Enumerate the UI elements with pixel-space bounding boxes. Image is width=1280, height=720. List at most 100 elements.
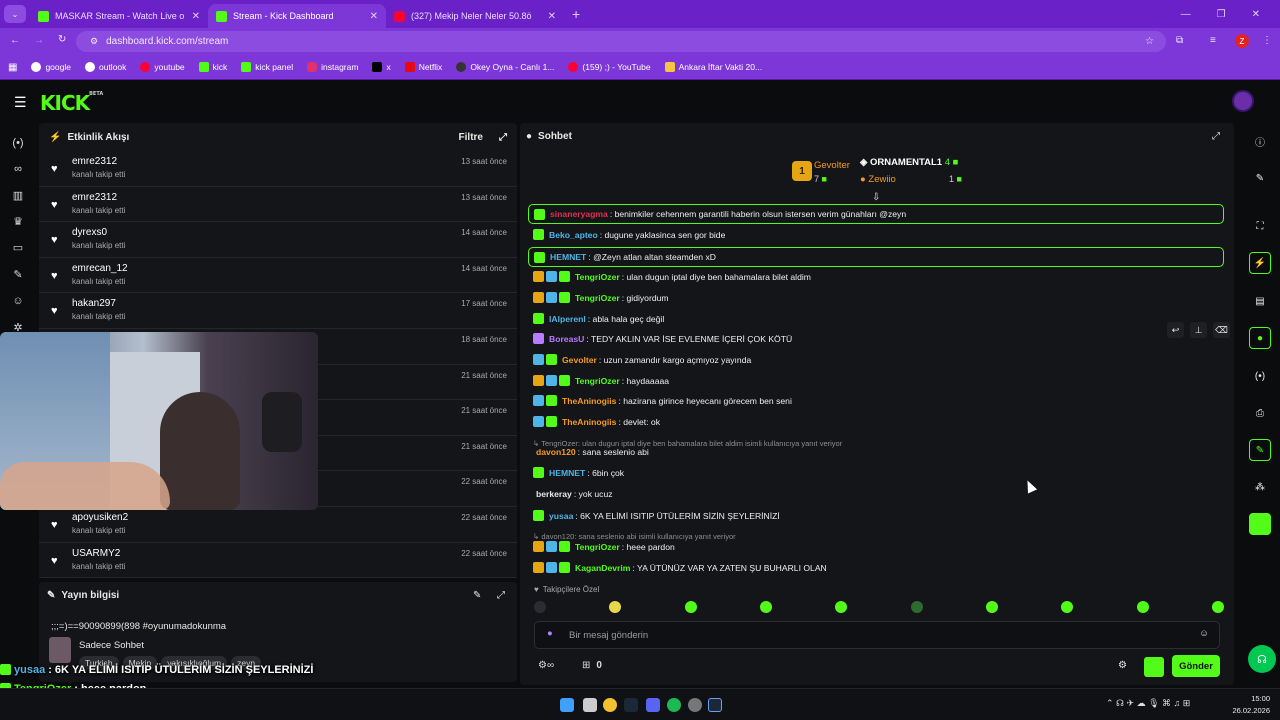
activity-event-row[interactable]: ♥ USARMY2 kanalı takip etti 22 saat önce [39,543,517,579]
emote-icon[interactable] [1211,601,1224,613]
chat-message[interactable]: TengriOzer: heee pardon [533,541,1223,552]
activity-event-row[interactable]: ♥ hakan297 kanalı takip etti 17 saat önce [39,293,517,329]
hamburger-menu-icon[interactable]: ☰ [14,94,27,111]
reply-context[interactable]: ↳ davon120: sana seslenio abi isimli kul… [533,532,736,541]
chat-message[interactable]: Beko_apteo: dugune yaklasinca sen gor bi… [533,229,1223,240]
chat-message[interactable]: HEMNET: @Zeyn atlan altan steamden xD [528,247,1224,267]
chat-message-input[interactable]: ● Bir mesaj gönderin ☺ [534,621,1220,649]
obs-icon[interactable] [688,698,702,712]
chat-username[interactable]: TengriOzer [575,272,620,282]
bookmark-google[interactable]: google [31,62,71,72]
chat-username[interactable]: HEMNET [550,252,586,262]
chat-settings-icon[interactable]: ⚙∞ [538,660,554,671]
event-username[interactable]: hakan297 [72,298,116,309]
tab-search-icon[interactable]: ⌄ [4,5,26,23]
wrench-icon[interactable]: ✎ [1249,439,1271,461]
browser-tab-2[interactable]: Stream - Kick Dashboard ✕ [208,4,386,28]
emote-icon[interactable] [985,601,998,613]
group-icon[interactable]: ⁂ [1249,476,1271,498]
link-icon[interactable]: ∞ [11,163,25,177]
menu-icon[interactable]: ⋮ [1262,35,1272,46]
chat-bubble-icon[interactable]: ● [1249,327,1271,349]
new-tab-icon[interactable]: + [572,6,580,22]
reload-icon[interactable]: ↻ [58,34,66,45]
users-icon[interactable]: ☺ [11,295,25,309]
delete-icon[interactable]: ⌫ [1213,322,1230,338]
media-icon[interactable]: ≡ [1210,35,1216,46]
extensions-icon[interactable]: ⧉ [1176,35,1183,46]
printer-icon[interactable]: ⎙ [1249,402,1271,424]
emote-icon[interactable] [910,601,923,613]
file-explorer-icon[interactable] [583,698,597,712]
chat-message[interactable]: TengriOzer: haydaaaaa [533,375,1223,386]
emoji-icon[interactable]: ☺ [1199,628,1209,639]
trophy-icon[interactable]: ♛ [11,215,25,229]
emote-icon[interactable] [759,601,772,613]
chat-message[interactable]: lAlperenl: abla hala geç değil [533,313,1223,324]
chat-username[interactable]: Gevolter [562,355,597,365]
steam-icon[interactable] [708,698,722,712]
edit-icon[interactable]: ✎ [1249,167,1271,189]
chat-message[interactable]: yusaa: 6K YA ELİMİ ISITIP ÜTÜLERİM SİZİN… [533,510,1223,521]
settings-icon[interactable]: ⚙ [1118,660,1127,671]
lightning-icon[interactable]: ⚡ [1249,252,1271,274]
bookmark-okey[interactable]: Okey Oyna - Canlı 1... [456,62,554,72]
gifter-name[interactable]: ◈ ORNAMENTAL1 4 ■ [860,157,958,168]
close-icon[interactable]: ✕ [370,11,378,22]
chat-message[interactable]: TengriOzer: ulan dugun iptal diye ben ba… [533,271,1223,282]
chat-message[interactable]: BoreasU: TEDY AKLIN VAR İSE EVLENME İÇER… [533,333,1223,344]
chat-message[interactable]: KaganDevrim: YA ÜTÜNÜZ VAR YA ZATEN ŞU B… [533,562,1223,573]
chat-username[interactable]: TengriOzer [575,293,620,303]
chat-message[interactable]: Gevolter: uzun zamandır kargo açmıyoz ya… [533,354,1223,365]
chat-message[interactable]: HEMNET: 6bin çok [533,467,1223,478]
bookmark-kick[interactable]: kick [198,62,227,72]
tray-icons[interactable]: ⌃ ☊ ✈ ☁ 🎙 ⌘ ♫ ⊞ [1106,698,1190,709]
bookmark-youtube[interactable]: youtube [140,62,185,72]
emote-icon[interactable] [534,601,546,613]
live-icon[interactable]: (•) [11,137,25,151]
chat-message[interactable]: davon120: sana seslenio abi [533,447,1223,457]
forward-icon[interactable]: → [34,35,44,46]
bookmark-outlook[interactable]: outlook [84,62,126,72]
chat-username[interactable]: sinaneryagma [550,209,608,219]
profile-avatar[interactable]: Z [1235,34,1249,48]
edit-icon[interactable]: ✎ [473,590,481,601]
browser-tab-3[interactable]: (327) Mekip Neler Neler 50.8ö ✕ [386,4,564,28]
emote-icon[interactable] [684,601,697,613]
event-username[interactable]: emre2312 [72,192,117,203]
bookmark-star-icon[interactable]: ☆ [1145,36,1154,47]
chat-message[interactable]: TengriOzer: gidiyordum [533,292,1223,303]
notes-icon[interactable]: ▤ [1249,290,1271,312]
browser-tab-1[interactable]: MASKAR Stream - Watch Live o ✕ [30,4,208,28]
event-username[interactable]: emrecan_12 [72,263,128,274]
video-icon[interactable]: ▭ [11,241,25,255]
chat-username[interactable]: TengriOzer [575,542,620,552]
chat-username[interactable]: davon120 [536,447,576,457]
info-icon[interactable]: ⓘ [1249,130,1271,152]
event-username[interactable]: apoyusiken2 [72,512,128,523]
gifter-name[interactable]: ● Zewiio [860,174,896,185]
chat-username[interactable]: KaganDevrim [575,563,630,573]
app-icon[interactable] [1249,513,1271,535]
emote-icon[interactable] [1061,601,1074,613]
broadcast-icon[interactable]: (•) [1249,365,1271,387]
chat-username[interactable]: TheAninogiis [562,396,616,406]
bookmark-iftar[interactable]: Ankara İftar Vakti 20... [664,62,762,72]
emote-icon[interactable] [609,601,622,613]
popout-icon[interactable]: ⤢ [499,132,507,143]
apps-icon[interactable]: ▦ [8,62,17,73]
support-icon[interactable]: ☊ [1248,645,1276,673]
activity-event-row[interactable]: ♥ emre2312 kanalı takip etti 13 saat önce [39,187,517,223]
gifter-name[interactable]: Gevolter [814,160,850,171]
user-avatar[interactable] [1232,90,1254,112]
kick-emote-button-icon[interactable] [1144,657,1164,677]
activity-event-row[interactable]: ♥ emre2312 kanalı takip etti 13 saat önce [39,151,517,187]
close-icon[interactable]: ✕ [548,11,556,22]
activity-event-row[interactable]: ♥ emrecan_12 kanalı takip etti 14 saat önce [39,258,517,294]
expand-down-icon[interactable]: ⇩ [872,192,880,203]
event-username[interactable]: USARMY2 [72,548,120,559]
filter-button[interactable]: Filtre [459,132,483,143]
chat-message[interactable]: sinaneryagma: benimkiler cehennem garant… [528,204,1224,224]
chat-username[interactable]: BoreasU [549,334,584,344]
chat-message[interactable]: TheAninogiis: devlet: ok [533,416,1223,427]
